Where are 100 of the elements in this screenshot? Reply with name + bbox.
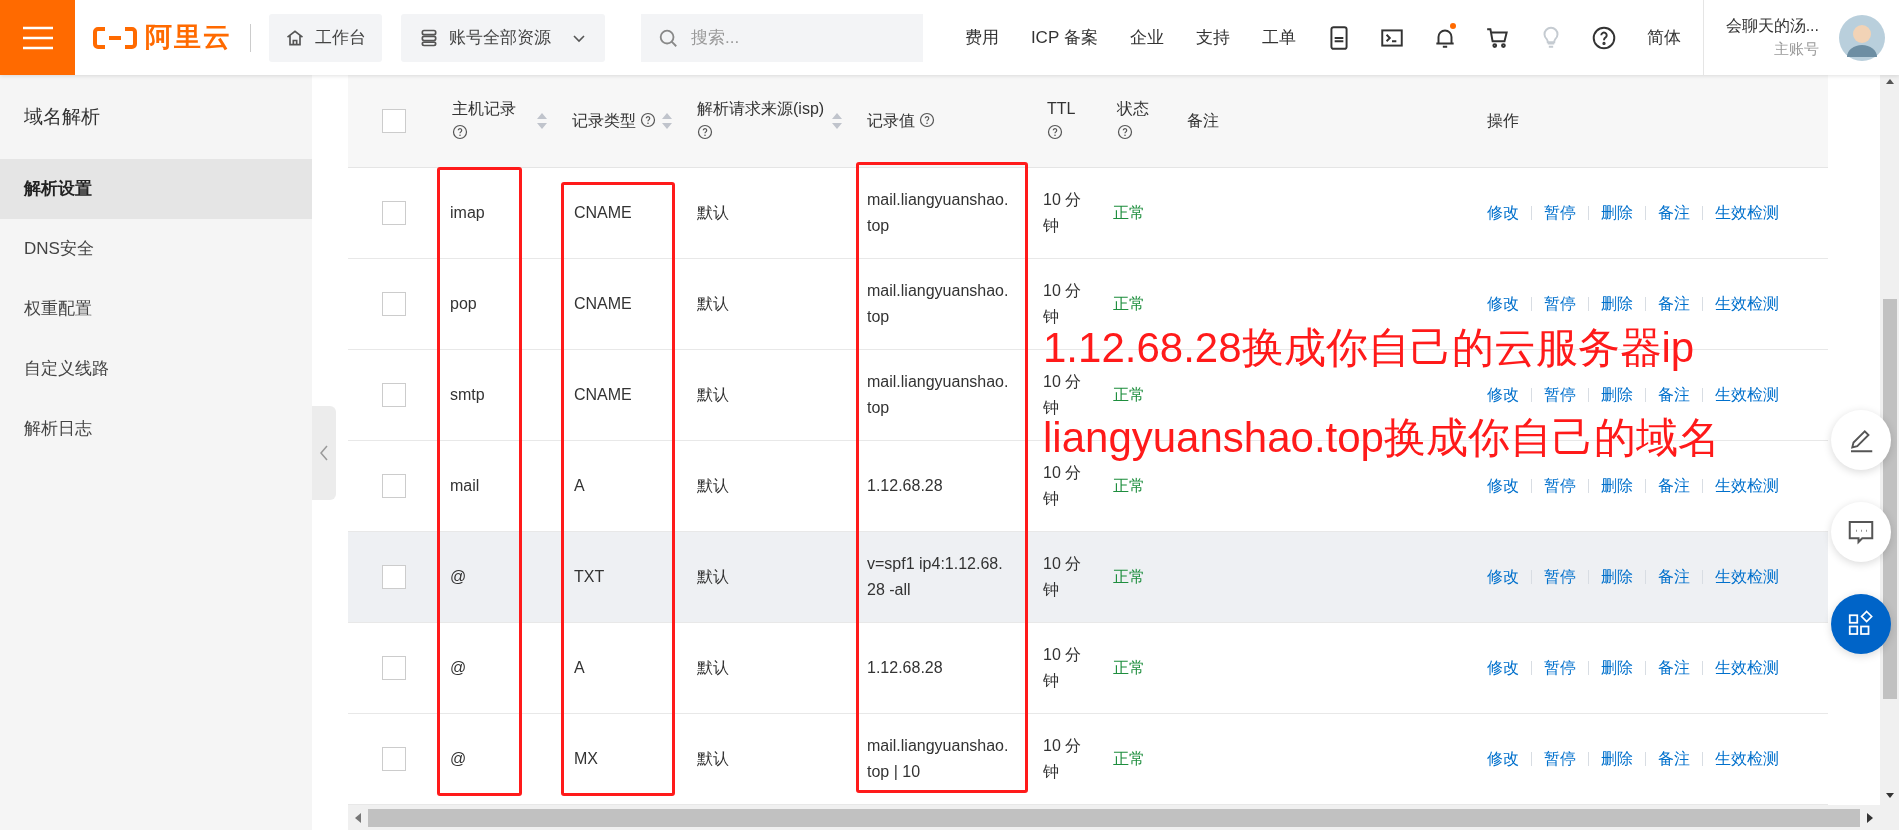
- column-header: 解析请求来源(isp): [697, 97, 827, 145]
- action-link[interactable]: 修改: [1487, 292, 1519, 316]
- chat-button[interactable]: [1831, 502, 1891, 562]
- action-link[interactable]: 暂停: [1544, 656, 1576, 680]
- search-field[interactable]: 搜索...: [641, 13, 923, 62]
- action-link[interactable]: 删除: [1601, 656, 1633, 680]
- action-link[interactable]: 备注: [1658, 383, 1690, 407]
- table-cell: 默认: [697, 750, 729, 767]
- action-link[interactable]: 备注: [1658, 201, 1690, 225]
- table-cell-text: mail.liangyuanshao.top: [867, 190, 1009, 236]
- sidebar-item[interactable]: 自定义线路: [0, 339, 312, 399]
- sidebar-item[interactable]: 权重配置: [0, 279, 312, 339]
- action-link[interactable]: 修改: [1487, 201, 1519, 225]
- action-link[interactable]: 生效检测: [1715, 474, 1779, 498]
- action-link[interactable]: 备注: [1658, 747, 1690, 771]
- edit-button[interactable]: [1831, 410, 1891, 470]
- sidebar-item[interactable]: 解析日志: [0, 399, 312, 459]
- status-text: 正常: [1113, 750, 1145, 767]
- column-header: 记录类型: [572, 109, 657, 133]
- action-link[interactable]: 暂停: [1544, 474, 1576, 498]
- action-link[interactable]: 删除: [1601, 201, 1633, 225]
- help-icon[interactable]: [452, 124, 468, 140]
- action-link[interactable]: 生效检测: [1715, 292, 1779, 316]
- action-link[interactable]: 生效检测: [1715, 565, 1779, 589]
- help-icon[interactable]: [1117, 124, 1133, 140]
- help-icon[interactable]: [919, 112, 936, 128]
- action-link[interactable]: 备注: [1658, 565, 1690, 589]
- logo-text[interactable]: 阿里云: [145, 17, 232, 58]
- action-link[interactable]: 修改: [1487, 656, 1519, 680]
- table-cell-text: 10 分钟: [1043, 281, 1083, 327]
- row-checkbox[interactable]: [382, 656, 406, 680]
- row-checkbox[interactable]: [382, 747, 406, 771]
- database-icon: [419, 27, 439, 48]
- table-cell-text: 1.12.68.28: [867, 658, 944, 678]
- table-cell-text: 10 分钟: [1043, 554, 1083, 600]
- nav-link[interactable]: 费用: [964, 24, 999, 51]
- action-link[interactable]: 生效检测: [1715, 383, 1779, 407]
- collapse-handle[interactable]: [312, 405, 336, 500]
- nav-link[interactable]: 企业: [1129, 24, 1164, 51]
- action-link[interactable]: 删除: [1601, 474, 1633, 498]
- table-cell-text: 10 分钟: [1043, 736, 1083, 782]
- row-checkbox[interactable]: [382, 292, 406, 316]
- table-cell-text: 1.12.68.28: [867, 476, 944, 496]
- table-cell: @: [450, 750, 467, 767]
- select-all-checkbox[interactable]: [382, 109, 406, 133]
- table-cell: 默认: [697, 386, 729, 403]
- table-row[interactable]: @ TXT 默认 v=spf1 ip4:1.12.68.28 -all 10 分钟 正常 修改 暂停 删除 备注 生效检测: [348, 532, 1828, 623]
- help-icon[interactable]: [640, 112, 657, 128]
- action-link[interactable]: 删除: [1601, 292, 1633, 316]
- language-link[interactable]: 简体: [1646, 24, 1681, 51]
- user-name[interactable]: 会聊天的汤...: [1725, 14, 1819, 39]
- help-icon[interactable]: [697, 124, 713, 140]
- action-link[interactable]: 修改: [1487, 747, 1519, 771]
- nav-link[interactable]: ICP 备案: [1030, 24, 1098, 51]
- table-cell-text: mail.liangyuanshao.top | 10: [867, 736, 1009, 782]
- row-checkbox[interactable]: [382, 383, 406, 407]
- action-link[interactable]: 生效检测: [1715, 656, 1779, 680]
- action-link[interactable]: 生效检测: [1715, 201, 1779, 225]
- action-link[interactable]: 删除: [1601, 383, 1633, 407]
- sidebar-item[interactable]: DNS安全: [0, 219, 312, 279]
- action-link[interactable]: 删除: [1601, 565, 1633, 589]
- action-link[interactable]: 暂停: [1544, 201, 1576, 225]
- apps-button[interactable]: [1831, 594, 1891, 654]
- action-link[interactable]: 修改: [1487, 565, 1519, 589]
- row-checkbox[interactable]: [382, 474, 406, 498]
- action-link[interactable]: 修改: [1487, 383, 1519, 407]
- action-link[interactable]: 暂停: [1544, 747, 1576, 771]
- action-link[interactable]: 暂停: [1544, 383, 1576, 407]
- account-type: 主账号: [1774, 39, 1819, 60]
- status-text: 正常: [1113, 204, 1145, 221]
- nav-link[interactable]: 工单: [1261, 24, 1296, 51]
- row-checkbox[interactable]: [382, 201, 406, 225]
- action-link[interactable]: 修改: [1487, 474, 1519, 498]
- action-link[interactable]: 暂停: [1544, 292, 1576, 316]
- avatar[interactable]: [1839, 14, 1885, 61]
- table-cell: @: [450, 568, 467, 585]
- status-text: 正常: [1113, 659, 1145, 676]
- status-text: 正常: [1113, 568, 1145, 585]
- action-link[interactable]: 备注: [1658, 292, 1690, 316]
- sidebar-item[interactable]: 解析设置: [0, 159, 312, 219]
- resources-dropdown[interactable]: 账号全部资源: [401, 13, 605, 62]
- logo-icon: [93, 25, 137, 50]
- workbench-button[interactable]: 工作台: [269, 13, 382, 62]
- action-link[interactable]: 删除: [1601, 747, 1633, 771]
- action-link[interactable]: 备注: [1658, 656, 1690, 680]
- action-link[interactable]: 暂停: [1544, 565, 1576, 589]
- row-checkbox[interactable]: [382, 565, 406, 589]
- action-link[interactable]: 备注: [1658, 474, 1690, 498]
- nav-link[interactable]: 支持: [1195, 24, 1230, 51]
- column-header: 主机记录: [452, 97, 532, 145]
- menu-button[interactable]: [0, 0, 75, 75]
- table-cell-text: 10 分钟: [1043, 463, 1083, 509]
- action-link[interactable]: 生效检测: [1715, 747, 1779, 771]
- help-icon[interactable]: [1047, 124, 1063, 140]
- sidebar-title: 域名解析: [23, 104, 101, 129]
- horizontal-scrollbar[interactable]: [368, 808, 1860, 827]
- table-cell: mail: [450, 477, 480, 494]
- table-cell: TXT: [574, 568, 605, 585]
- help-icon[interactable]: [1590, 24, 1617, 51]
- table-cell: imap: [450, 204, 485, 221]
